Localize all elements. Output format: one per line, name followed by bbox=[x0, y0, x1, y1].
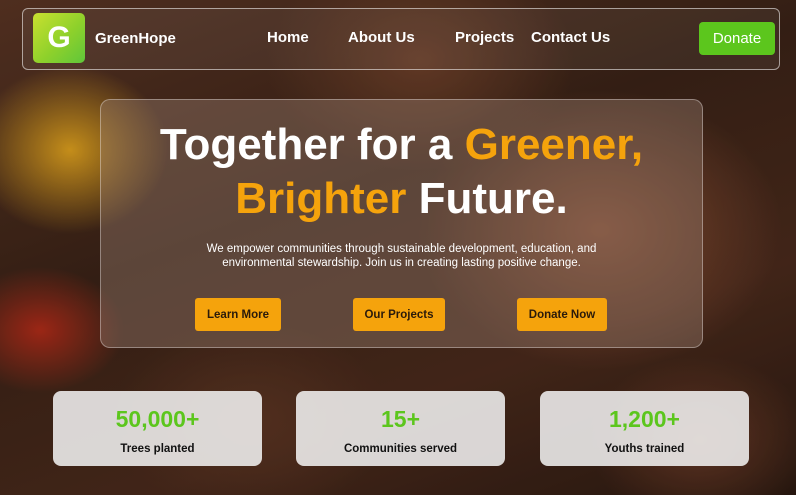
stat-card-youths: 1,200+ Youths trained bbox=[540, 391, 749, 466]
stat-card-trees: 50,000+ Trees planted bbox=[53, 391, 262, 466]
headline-text: Together for a bbox=[159, 120, 465, 169]
nav-about-us[interactable]: About Us bbox=[348, 29, 415, 46]
stat-label: Youths trained bbox=[604, 443, 685, 455]
greenhope-logo[interactable]: G bbox=[33, 13, 85, 63]
learn-more-button[interactable]: Learn More bbox=[195, 298, 281, 331]
stat-label: Trees planted bbox=[120, 443, 195, 455]
stat-value: 15+ bbox=[380, 406, 420, 432]
stat-label: Communities served bbox=[343, 443, 458, 455]
nav-projects[interactable]: Projects bbox=[455, 29, 514, 46]
headline-text-future: Future. bbox=[406, 174, 568, 223]
brand-name[interactable]: GreenHope bbox=[95, 30, 176, 47]
hero-headline: Together for a Greener, Brighter Future. bbox=[101, 118, 702, 226]
hero-description: We empower communities through sustainab… bbox=[206, 243, 597, 269]
donate-now-button[interactable]: Donate Now bbox=[517, 298, 607, 331]
nav-contact-us[interactable]: Contact Us bbox=[531, 29, 610, 46]
headline-accent-brighter: Brighter bbox=[235, 174, 407, 223]
headline-accent-greener: Greener, bbox=[464, 120, 644, 169]
nav-home[interactable]: Home bbox=[267, 29, 309, 46]
stat-value: 50,000+ bbox=[115, 406, 200, 432]
hero-card: Together for a Greener, Brighter Future. … bbox=[100, 99, 703, 348]
donate-button[interactable]: Donate bbox=[699, 22, 775, 55]
stat-card-communities: 15+ Communities served bbox=[296, 391, 505, 466]
our-projects-button[interactable]: Our Projects bbox=[353, 298, 445, 331]
top-navbar: G GreenHope Home About Us Projects Conta… bbox=[22, 8, 780, 70]
stat-value: 1,200+ bbox=[609, 406, 680, 432]
